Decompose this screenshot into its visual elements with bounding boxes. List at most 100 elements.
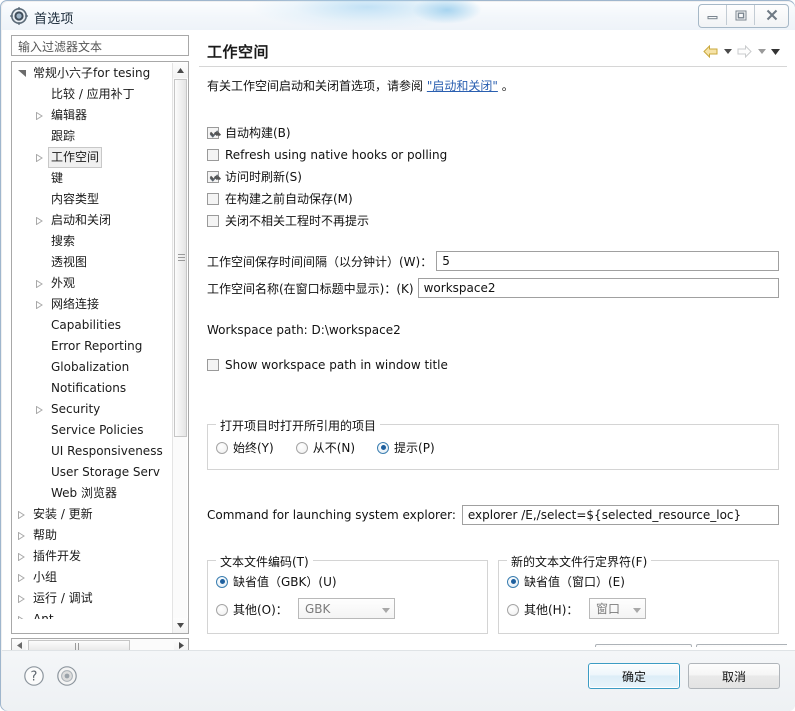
vertical-scrollbar-thumb[interactable] [174,79,187,437]
window-controls [698,4,789,28]
delimiter-dropdown[interactable]: 窗口 [589,598,646,619]
sidebar-item-label: 常规小六子for tesing [33,66,151,80]
scroll-down-arrow-icon[interactable] [173,618,188,633]
forward-arrow-icon[interactable] [736,44,753,59]
delimiter-dropdown-value: 窗口 [596,602,621,616]
sidebar-item[interactable]: 安装 / 更新 [12,504,174,525]
sidebar-item-label: Security [51,402,101,416]
tree-collapsed-arrow-icon[interactable] [18,504,28,525]
group-legend: 文本文件编码(T) [216,553,313,570]
radio-delimiter-other[interactable]: 其他(H)： [507,601,578,618]
tree-collapsed-arrow-icon[interactable] [36,294,46,315]
chevron-down-icon [633,602,641,616]
tree-vertical-scrollbar[interactable] [172,63,188,633]
tree-collapsed-arrow-icon[interactable] [18,609,28,619]
info-circle-icon[interactable] [56,665,78,687]
radio-prompt[interactable]: 提示(P) [377,439,435,456]
radio-encoding-other[interactable]: 其他(O)： [216,601,288,618]
save-interval-input[interactable]: 5 [436,251,779,271]
tree-expanded-arrow-icon[interactable] [18,63,28,84]
sidebar-item[interactable]: 内容类型 [12,189,174,210]
close-button[interactable] [755,5,788,25]
tree-collapsed-arrow-icon[interactable] [18,525,28,546]
tree-collapsed-arrow-icon[interactable] [36,105,46,126]
sidebar-item[interactable]: Security [12,399,174,420]
sidebar-item[interactable]: Notifications [12,378,174,399]
checkbox-close-unrelated-projects[interactable]: 关闭不相关工程时不再提示 [207,211,369,230]
scroll-up-arrow-icon[interactable] [173,63,188,78]
sidebar-item[interactable]: 网络连接 [12,294,174,315]
sidebar-item[interactable]: 小组 [12,567,174,588]
sidebar-item[interactable]: 透视图 [12,252,174,273]
radio-label: 从不(N) [312,441,356,455]
radio-circle-icon [216,603,228,616]
minimize-button[interactable] [699,5,727,25]
radio-encoding-default[interactable]: 缺省值（GBK）(U) [216,573,337,590]
radio-always[interactable]: 始终(Y) [216,439,274,456]
sidebar-item[interactable]: 比较 / 应用补丁 [12,84,174,105]
sidebar-item[interactable]: 跟踪 [12,126,174,147]
sidebar-item[interactable]: 外观 [12,273,174,294]
sidebar-item-label: 小组 [33,570,58,584]
tree-collapsed-arrow-icon[interactable] [36,210,46,231]
filter-textbox[interactable] [11,35,189,57]
tree-collapsed-arrow-icon[interactable] [36,273,46,294]
titlebar-glow [252,0,482,30]
tree-collapsed-arrow-icon[interactable] [18,588,28,609]
tree-collapsed-arrow-icon[interactable] [18,546,28,567]
sidebar-item[interactable]: 编辑器 [12,105,174,126]
maximize-button[interactable] [727,5,755,25]
sidebar-item[interactable]: Globalization [12,357,174,378]
help-question-icon[interactable]: ? [23,665,45,687]
sidebar-item[interactable]: User Storage Serv [12,462,174,483]
pane-sash[interactable] [191,35,199,647]
group-legend: 新的文本文件行定界符(F) [507,553,652,570]
checkbox-show-workspace-path[interactable]: Show workspace path in window title [207,355,448,374]
sidebar-item[interactable]: 键 [12,168,174,189]
checkbox-save-before-build[interactable]: 在构建之前自动保存(M) [207,189,353,208]
startup-shutdown-link[interactable]: "启动和关闭" [427,79,498,93]
restore-defaults-button[interactable]: 恢复默认值(D) [595,644,692,647]
checkbox-box-icon [207,358,219,371]
sidebar-item[interactable]: 帮助 [12,525,174,546]
checkbox-refresh-on-access[interactable]: 访问时刷新(S) [207,167,302,186]
cancel-button[interactable]: 取消 [688,663,780,689]
sidebar-item[interactable]: 工作空间 [12,147,174,168]
radio-delimiter-default[interactable]: 缺省值（窗口）(E) [507,573,625,590]
radio-never[interactable]: 从不(N) [295,439,356,456]
page-description: 有关工作空间启动和关闭首选项，请参阅 "启动和关闭" 。 [207,77,514,94]
tree-collapsed-arrow-icon[interactable] [36,147,46,168]
checkbox-auto-build[interactable]: 自动构建(B) [207,123,291,142]
view-menu-icon[interactable] [770,44,781,59]
encoding-dropdown[interactable]: GBK [298,598,395,619]
radio-label: 始终(Y) [233,441,274,455]
tree-collapsed-arrow-icon[interactable] [36,399,46,420]
sidebar-item[interactable]: Capabilities [12,315,174,336]
workspace-name-input[interactable]: workspace2 [417,278,779,298]
sidebar-item[interactable]: 运行 / 调试 [12,588,174,609]
sidebar-item[interactable]: Ant [12,609,174,619]
sidebar-item[interactable]: 搜索 [12,231,174,252]
back-dropdown-icon[interactable] [722,44,733,59]
scrollbar-grip-icon [178,254,185,262]
search-input[interactable] [16,36,188,57]
ok-button[interactable]: 确定 [588,663,680,689]
sidebar-item[interactable]: 插件开发 [12,546,174,567]
explorer-command-input[interactable]: explorer /E,/select=${selected_resource_… [461,505,779,525]
explorer-command-label: Command for launching system explorer: [207,508,456,522]
forward-dropdown-icon[interactable] [756,44,767,59]
back-arrow-icon[interactable] [702,44,719,59]
sidebar-item[interactable]: 启动和关闭 [12,210,174,231]
sidebar-item-label: Notifications [51,381,127,395]
sidebar-item-label: 工作空间 [48,147,103,168]
sidebar-item[interactable]: Web 浏览器 [12,483,174,504]
checkbox-refresh-native-hooks[interactable]: Refresh using native hooks or polling [207,145,447,164]
sidebar-item[interactable]: Service Policies [12,420,174,441]
sidebar-item[interactable]: 常规小六子for tesing [12,63,174,84]
sidebar-item-label: Web 浏览器 [51,486,117,500]
tree-collapsed-arrow-icon[interactable] [18,567,28,588]
sidebar-item[interactable]: Error Reporting [12,336,174,357]
sidebar-item[interactable]: UI Responsiveness [12,441,174,462]
preferences-tree[interactable]: 常规小六子for tesing 比较 / 应用补丁 编辑器 跟踪 工作空间键内容类型 启动… [11,61,189,634]
apply-button[interactable]: 应用(A) [696,644,787,647]
